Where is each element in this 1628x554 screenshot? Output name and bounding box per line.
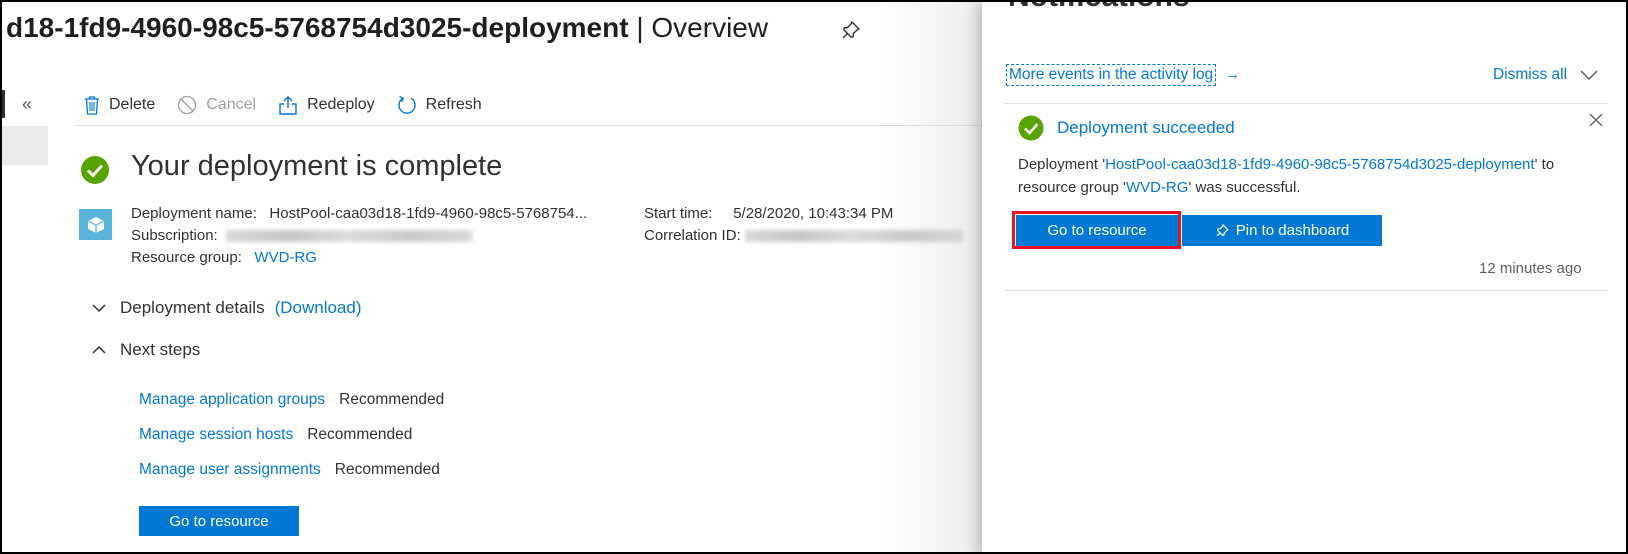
start-time-value: 5/28/2020, 10:43:34 PM [733, 205, 894, 222]
refresh-label: Refresh [425, 96, 482, 113]
success-check-icon [81, 156, 109, 184]
highlight-box [1012, 211, 1181, 249]
subscription-label: Subscription: [131, 227, 218, 244]
notifications-panel: Notifications More events in the activit… [982, 2, 1626, 552]
chevron-down-icon [92, 304, 106, 313]
deployment-details-label: Deployment details [120, 298, 265, 317]
dismiss-all-button[interactable]: Dismiss all [1493, 66, 1567, 84]
close-icon[interactable] [1589, 113, 1603, 127]
next-steps-section[interactable]: Next steps [92, 340, 200, 360]
activity-log-link[interactable]: More events in the activity log [1006, 64, 1217, 86]
delete-button[interactable]: Delete [84, 95, 155, 115]
notification-message: Deployment 'HostPool-caa03d18-1fd9-4960-… [1018, 153, 1588, 199]
title-separator: | [628, 12, 652, 43]
next-step-item: Manage user assignments Recommended [139, 461, 440, 479]
redeploy-label: Redeploy [307, 96, 375, 113]
resource-group-link[interactable]: WVD-RG [1126, 179, 1189, 196]
msg-suffix: ' was successful. [1188, 179, 1301, 196]
chevron-down-icon[interactable] [1580, 69, 1598, 81]
panel-divider [1004, 290, 1608, 291]
delete-label: Delete [109, 96, 156, 113]
recommended-tag: Recommended [334, 461, 440, 478]
deployment-complete-heading: Your deployment is complete [131, 150, 503, 182]
manage-session-hosts-link[interactable]: Manage session hosts [139, 426, 293, 443]
success-check-icon [1018, 115, 1044, 141]
msg-prefix: Deployment ' [1018, 156, 1106, 173]
resource-group-link[interactable]: WVD-RG [254, 249, 317, 266]
recommended-tag: Recommended [339, 391, 445, 408]
nav-indicator [2, 90, 5, 118]
deployment-details-section[interactable]: Deployment details (Download) [92, 298, 362, 318]
collapse-menu-icon[interactable]: « [22, 94, 32, 115]
pin-to-dashboard-button[interactable]: Pin to dashboard [1182, 215, 1382, 246]
panel-shadow [882, 2, 982, 552]
arrow-right-icon: → [1225, 66, 1240, 83]
cancel-label: Cancel [206, 96, 257, 113]
deployment-cube-icon [79, 209, 112, 240]
start-time-label: Start time: [644, 205, 713, 222]
manage-app-groups-link[interactable]: Manage application groups [139, 391, 325, 408]
panel-divider [1004, 103, 1608, 104]
manage-user-assignments-link[interactable]: Manage user assignments [139, 461, 321, 478]
notification-timestamp: 12 minutes ago [1479, 260, 1582, 277]
command-bar: Delete Cancel Redeploy Refresh [84, 90, 504, 120]
download-link[interactable]: (Download) [275, 298, 362, 318]
pin-icon[interactable] [840, 19, 862, 41]
redeploy-button[interactable]: Redeploy [278, 95, 375, 115]
upload-icon [279, 96, 297, 115]
cancel-button[interactable]: Cancel [177, 95, 256, 115]
cancel-icon [178, 95, 197, 115]
go-to-resource-button[interactable]: Go to resource [139, 506, 299, 536]
page-title: d18-1fd9-4960-98c5-5768754d3025-deployme… [6, 12, 768, 44]
nav-selected-item[interactable] [2, 126, 48, 165]
portal-frame: d18-1fd9-4960-98c5-5768754d3025-deployme… [0, 0, 1628, 554]
pin-to-dashboard-label: Pin to dashboard [1235, 222, 1350, 239]
recommended-tag: Recommended [307, 426, 413, 443]
deployment-title: d18-1fd9-4960-98c5-5768754d3025-deployme… [6, 12, 629, 43]
correlation-id-label: Correlation ID: [644, 227, 741, 244]
deployment-info-left: Deployment name: HostPool-caa03d18-1fd9-… [131, 203, 587, 269]
chevron-up-icon [92, 345, 106, 354]
trash-icon [85, 96, 99, 115]
pin-icon [1216, 224, 1229, 237]
title-suffix: Overview [651, 12, 769, 43]
deployment-name-value: HostPool-caa03d18-1fd9-4960-98c5-5768754… [269, 205, 588, 222]
refresh-icon [398, 95, 416, 114]
deployment-name-label: Deployment name: [131, 205, 257, 222]
next-step-item: Manage application groups Recommended [139, 391, 444, 409]
subscription-value-redacted [226, 230, 473, 243]
notifications-title: Notifications [1008, 2, 1190, 14]
toolbar-divider [74, 125, 982, 126]
next-step-item: Manage session hosts Recommended [139, 426, 412, 444]
refresh-button[interactable]: Refresh [397, 95, 482, 115]
deployment-link[interactable]: HostPool-caa03d18-1fd9-4960-98c5-5768754… [1105, 156, 1534, 173]
next-steps-label: Next steps [120, 340, 201, 359]
notification-title[interactable]: Deployment succeeded [1057, 118, 1235, 138]
resource-group-label: Resource group: [131, 249, 242, 266]
